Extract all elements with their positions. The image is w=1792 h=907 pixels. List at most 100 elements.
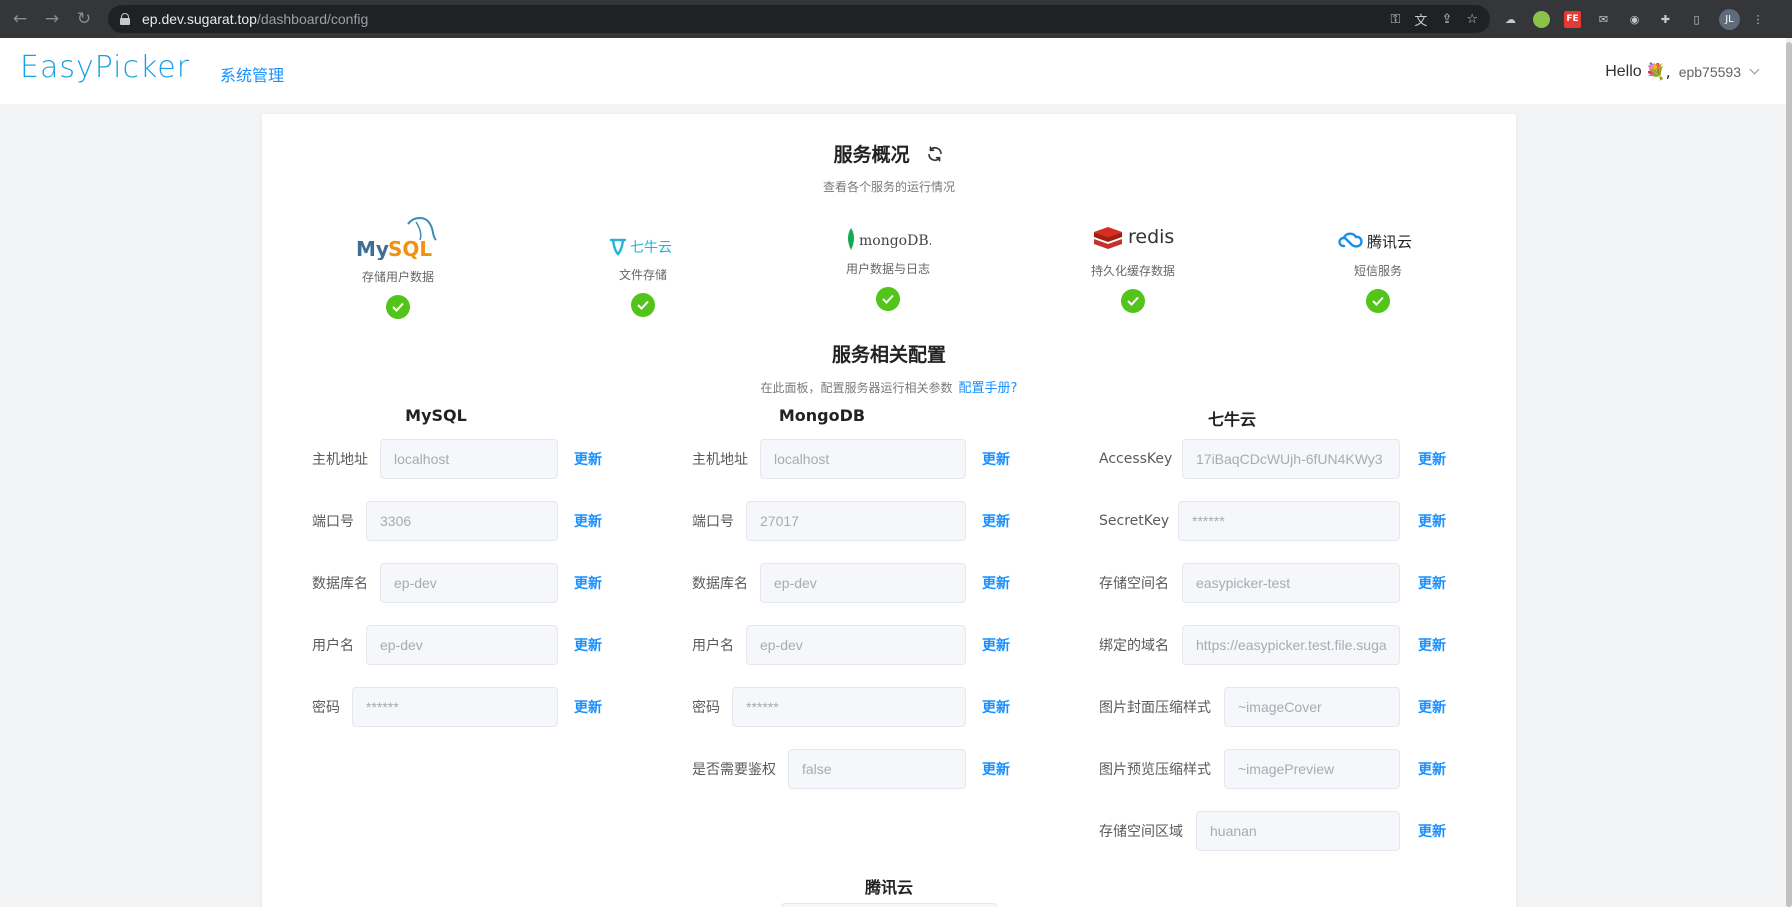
share-icon[interactable]: ⇪ [1441,12,1452,27]
svg-text:redis: redis [1128,226,1174,248]
mongodb-password-input[interactable]: ****** [732,687,966,727]
qiniu-secretkey-input[interactable]: ****** [1178,501,1400,541]
mongodb-port-row: 端口号 [692,501,734,541]
mongodb-auth-input[interactable]: false [788,749,966,789]
fe-extension-icon[interactable]: FE [1564,10,1581,28]
update-button[interactable]: 更新 [574,449,602,469]
username[interactable]: epb75593 [1679,64,1741,80]
update-button[interactable]: 更新 [982,759,1010,779]
mongodb-user-input[interactable]: ep-dev [746,625,966,665]
chevron-down-icon[interactable] [1749,64,1760,75]
update-button[interactable]: 更新 [574,697,602,717]
update-button[interactable]: 更新 [1418,511,1446,531]
back-icon[interactable]: ← [4,0,36,38]
refresh-icon[interactable] [926,145,944,163]
overview-subtitle: 查看各个服务的运行情况 [822,180,955,194]
nav-system-management[interactable]: 系统管理 [220,62,284,86]
check-circle-icon [1366,289,1390,313]
field-label: 端口号 [692,514,734,530]
field-label: 主机地址 [692,452,748,468]
field-label: 是否需要鉴权 [692,762,776,778]
forward-icon[interactable]: → [36,0,68,38]
update-button[interactable]: 更新 [1418,759,1446,779]
update-button[interactable]: 更新 [1418,449,1446,469]
browser-toolbar: ← → ↻ ep.dev.sugarat.top/dashboard/confi… [0,0,1792,38]
tencent-input[interactable] [781,903,997,907]
mongodb-auth-row: 是否需要鉴权 [692,749,776,789]
service-mongodb: mongoDB. 用户数据与日志 [798,214,978,311]
mongodb-host-input[interactable]: localhost [760,439,966,479]
config-manual-link[interactable]: 配置手册? [959,381,1018,396]
translate-icon[interactable]: 文 [1414,10,1427,29]
url-text: ep.dev.sugarat.top/dashboard/config [142,11,369,27]
tencent-column-title: 腾讯云 [864,878,913,897]
page-scrollbar[interactable] [1786,38,1792,907]
svg-text:SQL: SQL [388,237,432,260]
bookmark-star-icon[interactable]: ☆ [1466,12,1478,27]
check-circle-icon [386,295,410,319]
field-label: 密码 [312,700,340,716]
field-label: SecretKey [1099,513,1170,529]
update-button[interactable]: 更新 [1418,821,1446,841]
qiniu-cover-style-input[interactable]: ~imageCover [1224,687,1400,727]
update-button[interactable]: 更新 [982,573,1010,593]
field-label: 用户名 [312,638,354,654]
update-button[interactable]: 更新 [982,635,1010,655]
mongodb-user-row: 用户名 [692,625,734,665]
user-menu[interactable]: Hello 💐, epb75593 [1605,62,1760,81]
update-button[interactable]: 更新 [982,697,1010,717]
update-button[interactable]: 更新 [1418,635,1446,655]
bear-extension-icon[interactable]: ◉ [1626,11,1643,28]
mysql-host-row: 主机地址 [312,439,368,479]
chat-extension-icon[interactable]: ✉ [1595,11,1612,28]
qiniu-preview-style-input[interactable]: ~imagePreview [1224,749,1400,789]
easypicker-logo[interactable]: EasyPicker [20,50,190,85]
update-button[interactable]: 更新 [574,635,602,655]
service-desc: 文件存储 [618,268,667,282]
service-tencent-cloud: 腾讯云 短信服务 [1288,214,1468,313]
cloud-extension-icon[interactable]: ☁ [1502,11,1519,28]
puzzle-extensions-icon[interactable]: ✚ [1657,11,1674,28]
mongodb-port-input[interactable]: 27017 [746,501,966,541]
field-label: 图片封面压缩样式 [1099,700,1211,716]
update-button[interactable]: 更新 [982,511,1010,531]
mysql-port-input[interactable]: 3306 [366,501,558,541]
mongodb-password-row: 密码 [692,687,720,727]
side-panel-icon[interactable]: ▯ [1688,11,1705,28]
service-desc: 用户数据与日志 [845,262,930,276]
address-bar[interactable]: ep.dev.sugarat.top/dashboard/config ⚿ 文 … [108,5,1490,33]
update-button[interactable]: 更新 [574,573,602,593]
qiniu-domain-input[interactable]: https://easypicker.test.file.suga [1182,625,1400,665]
lock-icon [120,13,130,25]
qiniu-accesskey-input[interactable]: 17iBaqCDcWUjh-6fUN4KWy3 [1182,439,1400,479]
check-circle-icon [1121,289,1145,313]
mysql-user-input[interactable]: ep-dev [366,625,558,665]
qiniu-region-input[interactable]: huanan [1196,811,1400,851]
qiniu-preview-style-row: 图片预览压缩样式 [1099,749,1211,789]
green-extension-icon[interactable] [1533,10,1550,28]
tencent-cloud-logo: 腾讯云 [1288,214,1468,254]
more-menu-icon[interactable]: ⋮ [1753,11,1764,28]
mongodb-column-title: MongoDB [778,406,866,425]
config-subtitle: 在此面板，配置服务器运行相关参数 配置手册? [760,381,1018,396]
service-desc: 持久化缓存数据 [1090,264,1175,278]
qiniu-bucket-input[interactable]: easypicker-test [1182,563,1400,603]
update-button[interactable]: 更新 [574,511,602,531]
mysql-host-input[interactable]: localhost [380,439,558,479]
field-label: 数据库名 [312,576,368,592]
update-button[interactable]: 更新 [1418,697,1446,717]
mongodb-logo: mongoDB. [798,214,978,252]
update-button[interactable]: 更新 [982,449,1010,469]
mysql-password-row: 密码 [312,687,340,727]
reload-icon[interactable]: ↻ [68,0,100,38]
update-button[interactable]: 更新 [1418,573,1446,593]
mongodb-database-input[interactable]: ep-dev [760,563,966,603]
mysql-password-input[interactable]: ****** [352,687,558,727]
field-label: 存储空间名 [1099,576,1169,592]
profile-avatar[interactable]: JL [1719,8,1740,30]
svg-text:腾讯云: 腾讯云 [1367,233,1412,251]
redis-logo: redis [1043,214,1223,254]
qiniu-cover-style-row: 图片封面压缩样式 [1099,687,1211,727]
mysql-database-input[interactable]: ep-dev [380,563,558,603]
key-icon[interactable]: ⚿ [1391,12,1401,27]
